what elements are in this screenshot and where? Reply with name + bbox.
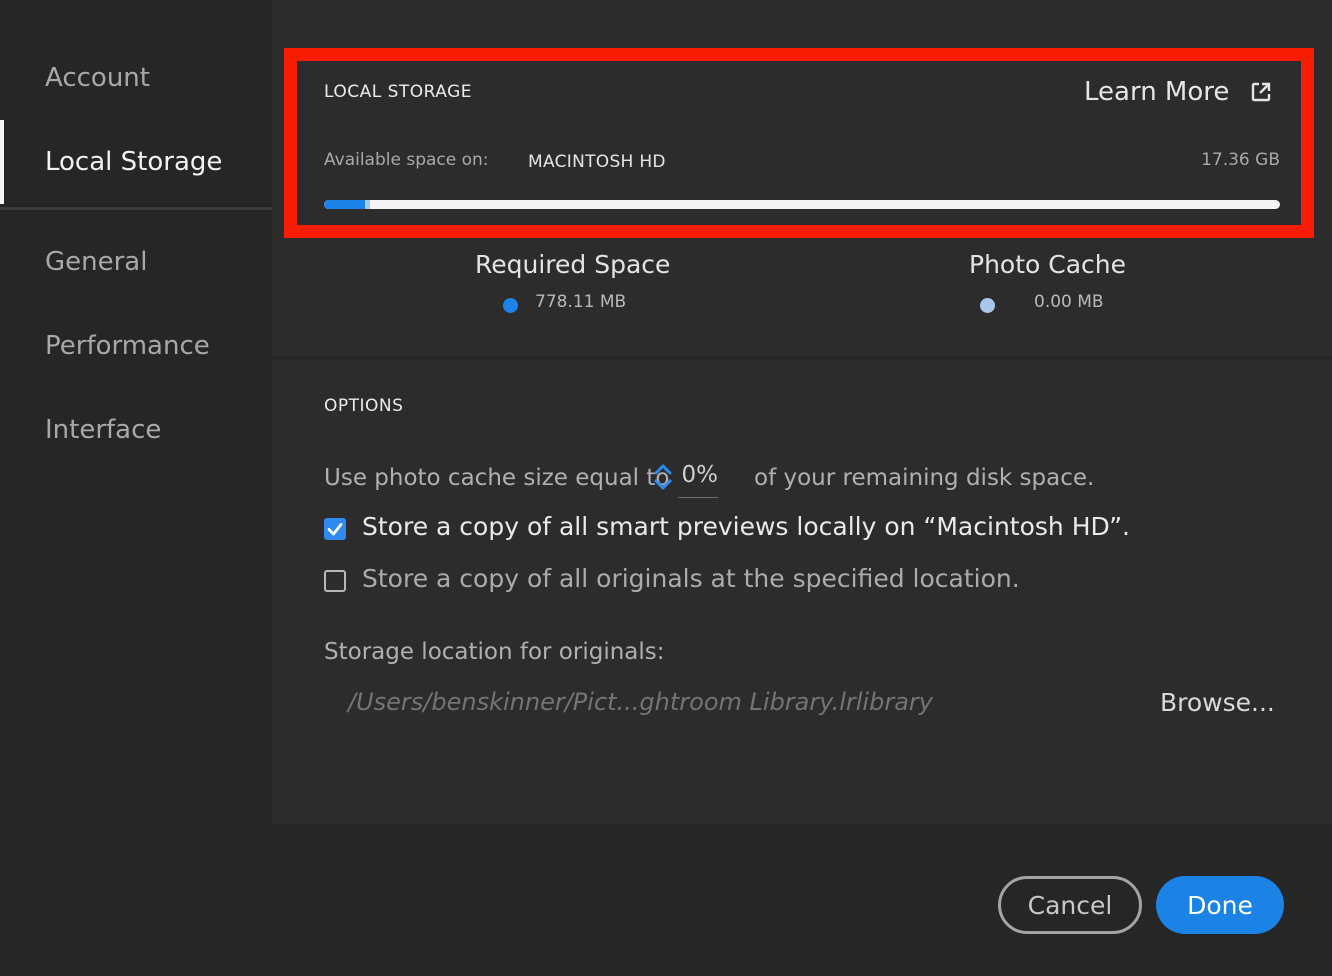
photo-cache-title: Photo Cache: [969, 250, 1127, 279]
available-space-label: Available space on:: [324, 150, 489, 170]
storage-path: /Users/benskinner/Pict...ghtroom Library…: [348, 688, 933, 716]
sidebar-item-local-storage[interactable]: Local Storage: [0, 120, 272, 204]
required-space-dot: [503, 298, 518, 313]
sidebar-item-label: Local Storage: [45, 147, 223, 177]
sidebar-item-account[interactable]: Account: [0, 36, 272, 120]
photo-cache-fill: [365, 200, 370, 209]
checkmark-icon: [327, 523, 343, 536]
sidebar-item-general[interactable]: General: [0, 220, 272, 304]
required-space-title: Required Space: [475, 250, 671, 279]
learn-more-link[interactable]: Learn More: [1084, 74, 1273, 110]
disk-name: MACINTOSH HD: [528, 152, 666, 172]
sidebar-item-interface[interactable]: Interface: [0, 388, 272, 472]
required-space-fill: [324, 200, 366, 209]
required-space-value: 778.11 MB: [535, 292, 627, 312]
browse-button[interactable]: Browse...: [1160, 688, 1275, 717]
sidebar-item-label: General: [45, 247, 148, 277]
smart-previews-checkbox[interactable]: [324, 518, 346, 540]
originals-checkbox[interactable]: [324, 570, 346, 592]
external-link-icon: [1249, 80, 1273, 104]
chevron-up-down-icon: [654, 464, 672, 490]
sidebar-item-label: Account: [45, 63, 150, 93]
photo-cache-value: 0.00 MB: [1034, 292, 1104, 312]
originals-label: Store a copy of all originals at the spe…: [362, 564, 1020, 593]
disk-free-space: 17.36 GB: [1201, 150, 1280, 170]
local-storage-title: LOCAL STORAGE: [324, 82, 473, 102]
sidebar: Account Local Storage General Performanc…: [0, 0, 272, 824]
storage-usage-bar: [324, 200, 1280, 209]
sidebar-item-label: Performance: [45, 331, 210, 361]
cache-size-stepper[interactable]: [652, 462, 674, 492]
smart-previews-label: Store a copy of all smart previews local…: [362, 512, 1130, 541]
options-title: OPTIONS: [324, 396, 404, 416]
sidebar-item-label: Interface: [45, 415, 162, 445]
cache-size-prefix: Use photo cache size equal to: [324, 465, 670, 491]
sidebar-divider: [0, 207, 272, 210]
storage-location-label: Storage location for originals:: [324, 639, 665, 665]
learn-more-label: Learn More: [1084, 77, 1230, 107]
main-panel: LOCAL STORAGE Learn More Available space…: [272, 0, 1332, 824]
done-button[interactable]: Done: [1156, 876, 1284, 934]
preferences-dialog: Account Local Storage General Performanc…: [0, 0, 1332, 976]
section-divider: [272, 356, 1332, 360]
cache-percent-field[interactable]: 0%: [678, 462, 718, 498]
sidebar-item-performance[interactable]: Performance: [0, 304, 272, 388]
cache-size-suffix: of your remaining disk space.: [754, 465, 1095, 491]
local-storage-section: LOCAL STORAGE Learn More Available space…: [272, 0, 1332, 356]
cancel-button[interactable]: Cancel: [998, 876, 1142, 934]
photo-cache-dot: [980, 298, 995, 313]
